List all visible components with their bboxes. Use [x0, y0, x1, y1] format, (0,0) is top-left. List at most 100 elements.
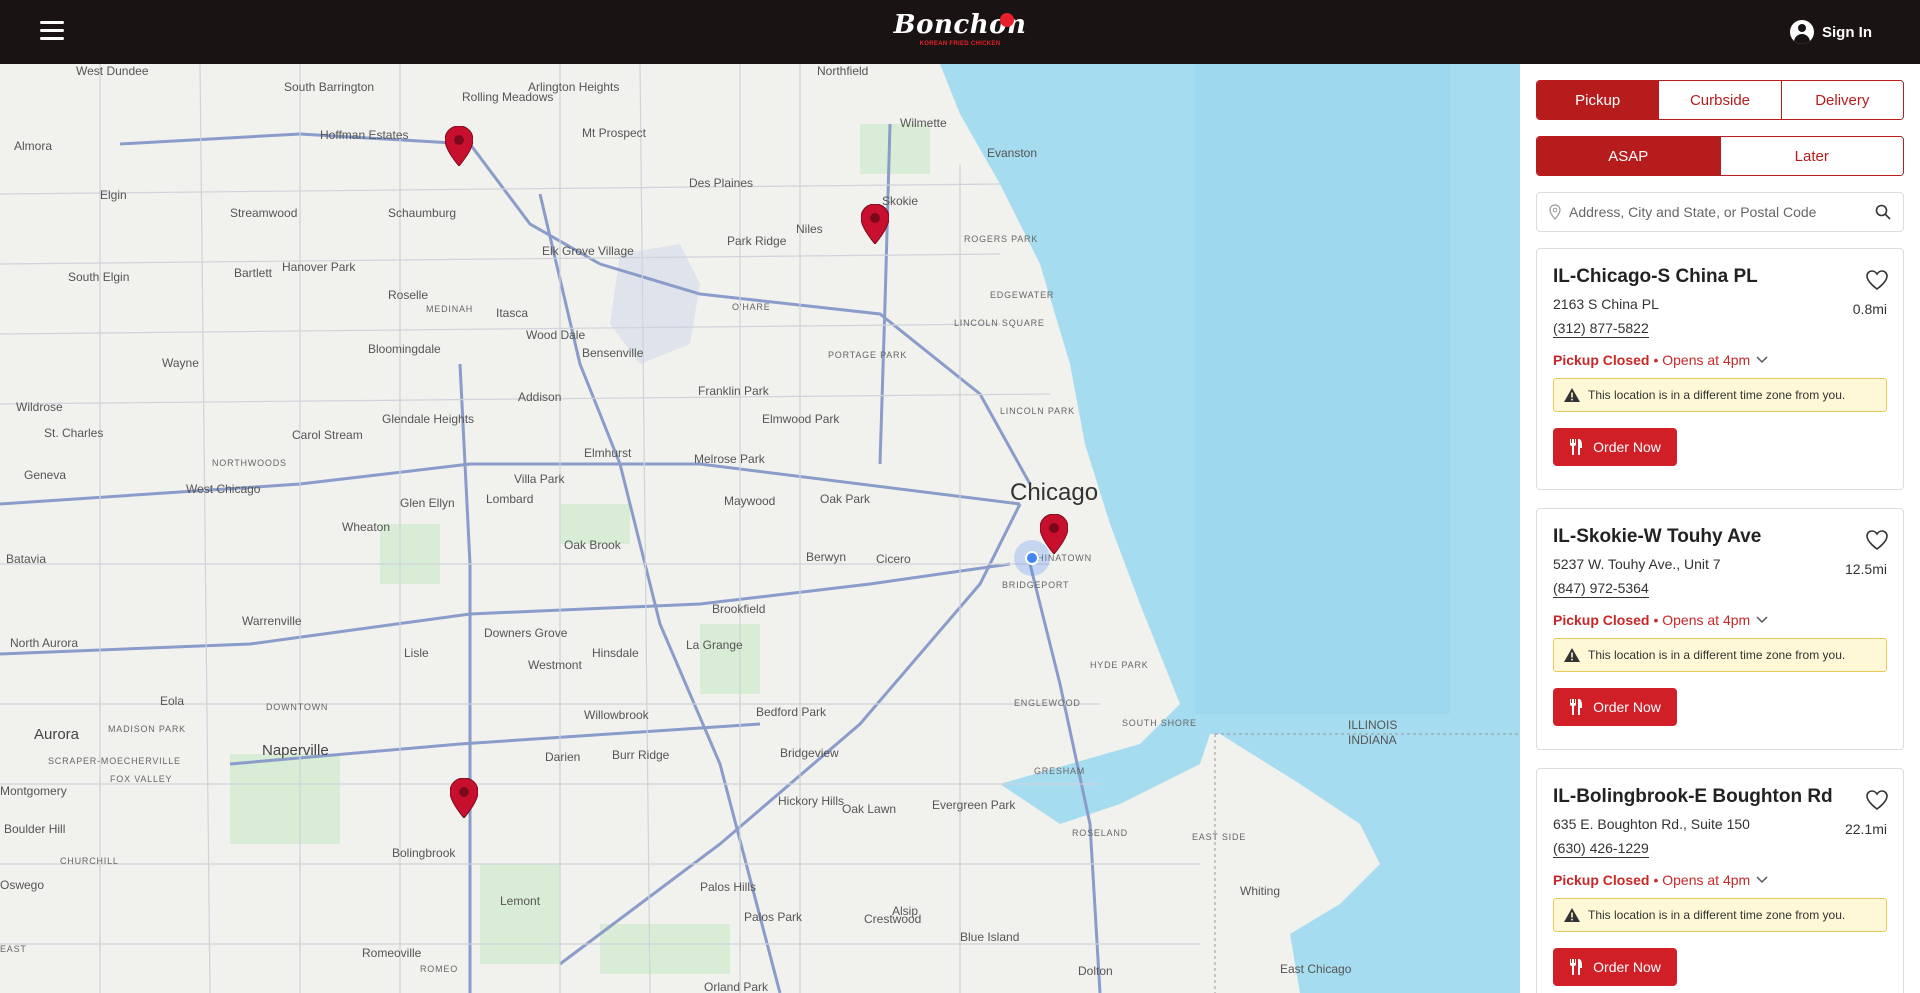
sign-in-button[interactable]: Sign In [1790, 20, 1872, 44]
place-label: Bolingbrook [392, 846, 456, 860]
place-label: Naperville [262, 742, 329, 759]
store-map[interactable]: West Dundee South Barrington Rolling Mea… [0, 64, 1520, 993]
place-label: Evergreen Park [932, 798, 1016, 812]
order-now-label: Order Now [1593, 699, 1661, 715]
warning-icon [1564, 388, 1580, 402]
heart-icon[interactable] [1865, 789, 1889, 811]
place-label: ROMEO [420, 964, 459, 974]
order-now-button[interactable]: Order Now [1553, 428, 1677, 466]
location-phone[interactable]: (630) 426-1229 [1553, 839, 1649, 858]
order-now-button[interactable]: Order Now [1553, 688, 1677, 726]
store-pin[interactable] [445, 126, 473, 166]
place-label: Warrenville [242, 614, 302, 628]
place-label: INDIANA [1348, 733, 1397, 747]
place-label: North Aurora [10, 636, 79, 650]
place-label: ROGERS PARK [964, 234, 1039, 244]
place-label: Oswego [0, 878, 45, 892]
place-label: Oak Park [820, 492, 871, 506]
address-search-input[interactable] [1569, 204, 1867, 220]
store-pin[interactable] [861, 204, 889, 244]
order-now-button[interactable]: Order Now [1553, 948, 1677, 986]
lake-south [1220, 734, 1520, 993]
heart-icon[interactable] [1865, 529, 1889, 551]
place-label: Lombard [486, 492, 534, 506]
place-label: Bloomingdale [368, 342, 441, 356]
place-label: Berwyn [806, 550, 847, 564]
location-card[interactable]: IL-Chicago-S China PL 2163 S China PL (3… [1536, 248, 1904, 490]
logo-tagline: KOREAN FRIED CHICKEN [919, 41, 1001, 47]
place-label: Whiting [1240, 884, 1281, 898]
place-label: Oak Brook [564, 538, 621, 552]
location-name[interactable]: IL-Chicago-S China PL [1553, 265, 1887, 289]
search-icon[interactable] [1875, 204, 1891, 220]
park-area [860, 124, 930, 174]
status-opens: • Opens at 4pm [1653, 872, 1751, 888]
location-address: 635 E. Boughton Rd., Suite 150 [1553, 816, 1750, 832]
warning-text: This location is in a different time zon… [1588, 648, 1846, 662]
map-canvas [0, 64, 1520, 993]
hours-status[interactable]: Pickup Closed • Opens at 4pm [1553, 612, 1887, 628]
warning-text: This location is in a different time zon… [1588, 388, 1846, 402]
warning-icon [1564, 648, 1580, 662]
place-label: Wood Dale [526, 328, 586, 342]
place-label: Wayne [162, 356, 199, 370]
place-label: West Chicago [186, 482, 261, 496]
place-label: Hoffman Estates [320, 128, 409, 142]
location-card[interactable]: IL-Skokie-W Touhy Ave 5237 W. Touhy Ave.… [1536, 508, 1904, 750]
status-closed: Pickup Closed [1553, 612, 1650, 628]
tab-later[interactable]: Later [1720, 137, 1903, 175]
place-label: NORTHWOODS [212, 458, 287, 468]
utensils-icon [1570, 439, 1583, 455]
place-label: Hickory Hills [778, 794, 844, 808]
place-label: Carol Stream [292, 428, 363, 442]
location-name[interactable]: IL-Skokie-W Touhy Ave [1553, 525, 1887, 549]
place-label: Montgomery [0, 784, 67, 798]
you-are-here-dot [1014, 540, 1050, 576]
place-label: Dolton [1078, 964, 1113, 978]
tab-asap[interactable]: ASAP [1537, 137, 1721, 175]
place-label: Itasca [496, 306, 529, 320]
place-label: Boulder Hill [4, 822, 66, 836]
place-label: MADISON PARK [108, 724, 186, 734]
tab-delivery[interactable]: Delivery [1781, 81, 1903, 119]
place-label: Blue Island [960, 930, 1020, 944]
place-label: St. Charles [44, 426, 104, 440]
place-label: Wildrose [16, 400, 63, 414]
location-phone[interactable]: (312) 877-5822 [1553, 319, 1649, 338]
store-pin[interactable] [450, 778, 478, 818]
hours-status[interactable]: Pickup Closed • Opens at 4pm [1553, 352, 1887, 368]
bonchon-logo[interactable]: Bonchon KOREAN FRIED CHICKEN [890, 10, 1030, 54]
location-name[interactable]: IL-Bolingbrook-E Boughton Rd [1553, 785, 1887, 809]
fulfillment-toggle: Pickup Curbside Delivery [1536, 80, 1904, 120]
hours-status[interactable]: Pickup Closed • Opens at 4pm [1553, 872, 1887, 888]
place-label: LINCOLN SQUARE [954, 318, 1045, 328]
place-label: Romeoville [362, 946, 422, 960]
place-label: South Elgin [68, 270, 130, 284]
status-closed: Pickup Closed [1553, 872, 1650, 888]
place-label: SCRAPER-MOECHERVILLE [48, 756, 181, 766]
address-search [1536, 192, 1904, 232]
order-now-label: Order Now [1593, 959, 1661, 975]
place-label: Roselle [388, 288, 429, 302]
tab-pickup[interactable]: Pickup [1537, 81, 1660, 119]
location-phone[interactable]: (847) 972-5364 [1553, 579, 1649, 598]
place-label: Bridgeview [780, 746, 839, 760]
user-avatar-icon [1790, 20, 1814, 44]
tab-curbside[interactable]: Curbside [1659, 81, 1782, 119]
place-label: Wheaton [342, 520, 391, 534]
place-label: Villa Park [514, 472, 565, 486]
status-closed: Pickup Closed [1553, 352, 1650, 368]
park-area [600, 924, 730, 974]
place-label: EAST [0, 944, 27, 954]
logo-badge-icon [1000, 13, 1014, 27]
place-label: Maywood [724, 494, 776, 508]
hamburger-icon[interactable] [40, 21, 64, 41]
location-card[interactable]: IL-Bolingbrook-E Boughton Rd 635 E. Boug… [1536, 768, 1904, 993]
utensils-icon [1570, 959, 1583, 975]
place-label: Hanover Park [282, 260, 356, 274]
location-distance: 0.8mi [1852, 301, 1887, 317]
timezone-warning: This location is in a different time zon… [1553, 638, 1887, 672]
heart-icon[interactable] [1865, 269, 1889, 291]
order-now-label: Order Now [1593, 439, 1661, 455]
place-label: Des Plaines [689, 176, 754, 190]
